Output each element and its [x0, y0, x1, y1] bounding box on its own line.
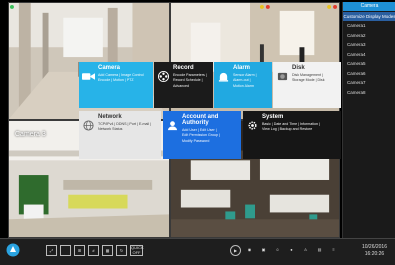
- alarm-light-icon: [218, 72, 229, 82]
- camera-list-item[interactable]: Camera3: [343, 40, 395, 50]
- alarm-status-icon[interactable]: ⚠: [300, 245, 311, 256]
- camera-list-panel: Camera Customize Display Modes Camera1 C…: [342, 2, 395, 238]
- camera-list-header[interactable]: Camera: [343, 2, 395, 11]
- menu-tile-title: Network: [98, 114, 122, 120]
- menu-tile-title: Account and Authority: [182, 114, 219, 126]
- menu-tile-subitem[interactable]: Motion Alarm: [233, 84, 269, 89]
- menu-tile-title: Record: [173, 65, 194, 71]
- menu-tile-subitem[interactable]: Network Status: [98, 127, 158, 132]
- ptz-icon[interactable]: ◉: [244, 245, 255, 256]
- menu-tile-subitem[interactable]: Encode | Motion | PTZ: [98, 78, 150, 83]
- quick-off-button[interactable]: QUICK OFF: [130, 245, 144, 256]
- disk-icon[interactable]: ▤: [314, 245, 325, 256]
- menu-tile-record[interactable]: Record Encode Parameters | Record Schedu…: [154, 62, 213, 108]
- layout-4-button[interactable]: ⊞: [74, 245, 85, 256]
- menu-tile-disk[interactable]: Disk Disk Management | Storage Mode | Di…: [273, 62, 341, 108]
- layout-1-button[interactable]: [60, 245, 71, 256]
- camera-list-item[interactable]: Camera6: [343, 69, 395, 79]
- menu-tile-account[interactable]: Account and Authority Add User | Edit Us…: [163, 111, 241, 159]
- gear-icon: [248, 121, 257, 130]
- menu-tile-title: System: [262, 114, 284, 120]
- network-icon: [83, 120, 94, 131]
- menu-tile-camera[interactable]: Camera Add Camera | Image Control Encode…: [79, 62, 153, 108]
- playback-icon[interactable]: ▶: [230, 245, 241, 256]
- camera-list-item[interactable]: Camera1: [343, 21, 395, 31]
- menu-tile-subitem[interactable]: View Log | Backup and Restore: [262, 127, 338, 132]
- video-camera-icon: [82, 73, 95, 80]
- menu-tile-title: Alarm: [233, 65, 251, 71]
- camera-list-item[interactable]: Camera5: [343, 59, 395, 69]
- film-reel-icon: [158, 71, 169, 82]
- user-login-icon[interactable]: ☺: [272, 245, 283, 256]
- sequence-button[interactable]: ↻: [116, 245, 127, 256]
- layout-fullscreen-button[interactable]: ⤢: [46, 245, 57, 256]
- menu-tile-alarm[interactable]: Alarm Sensor Alarm | Alarm-out | Motion …: [214, 62, 272, 108]
- menu-tile-title: Camera: [98, 65, 121, 71]
- main-menu: Camera Add Camera | Image Control Encode…: [79, 62, 341, 159]
- date-time-display: 10/26/2016 16:20:26: [362, 244, 387, 258]
- network-status-icon[interactable]: ≡: [328, 245, 339, 256]
- menu-tile-subitem[interactable]: Modify Password: [182, 139, 238, 144]
- start-menu-icon[interactable]: [6, 243, 20, 257]
- menu-tile-subitem[interactable]: Advanced: [173, 84, 210, 89]
- camera-list-item[interactable]: Camera2: [343, 31, 395, 41]
- menu-tile-system[interactable]: System Basic | Date and Time | Informati…: [243, 111, 341, 159]
- bottom-toolbar: ⤢ ⊞ # ▦ ↻ QUICK OFF ▶ ◉ ▣ ☺ ● ⚠ ▤ ≡ 10/2…: [0, 238, 395, 265]
- camera-3-label: Camera 3: [15, 131, 46, 138]
- layout-16-button[interactable]: ▦: [102, 245, 113, 256]
- menu-tile-subitem[interactable]: Storage Mode | Disk: [292, 78, 338, 83]
- user-icon: [167, 121, 178, 131]
- camera-list-item[interactable]: Camera7: [343, 78, 395, 88]
- camera-list-item[interactable]: Camera4: [343, 50, 395, 60]
- time-text: 16:20:26: [364, 251, 385, 257]
- menu-tile-network[interactable]: Network TCP/IPv4 | DDNS | Port | E-mail …: [79, 111, 161, 159]
- manual-record-icon[interactable]: ●: [286, 245, 297, 256]
- camera-list-item[interactable]: Camera8: [343, 88, 395, 98]
- dvr-screen: Camera 3 Camera Customize Display Modes …: [0, 0, 395, 265]
- camera-snapshot-icon[interactable]: ▣: [258, 245, 269, 256]
- customize-display-modes-button[interactable]: Customize Display Modes: [343, 12, 395, 21]
- menu-tile-title: Disk: [292, 65, 305, 71]
- online-icon: [9, 4, 14, 9]
- date-text: 10/26/2016: [361, 244, 387, 250]
- layout-9-button[interactable]: #: [88, 245, 99, 256]
- hard-disk-icon: [277, 72, 288, 81]
